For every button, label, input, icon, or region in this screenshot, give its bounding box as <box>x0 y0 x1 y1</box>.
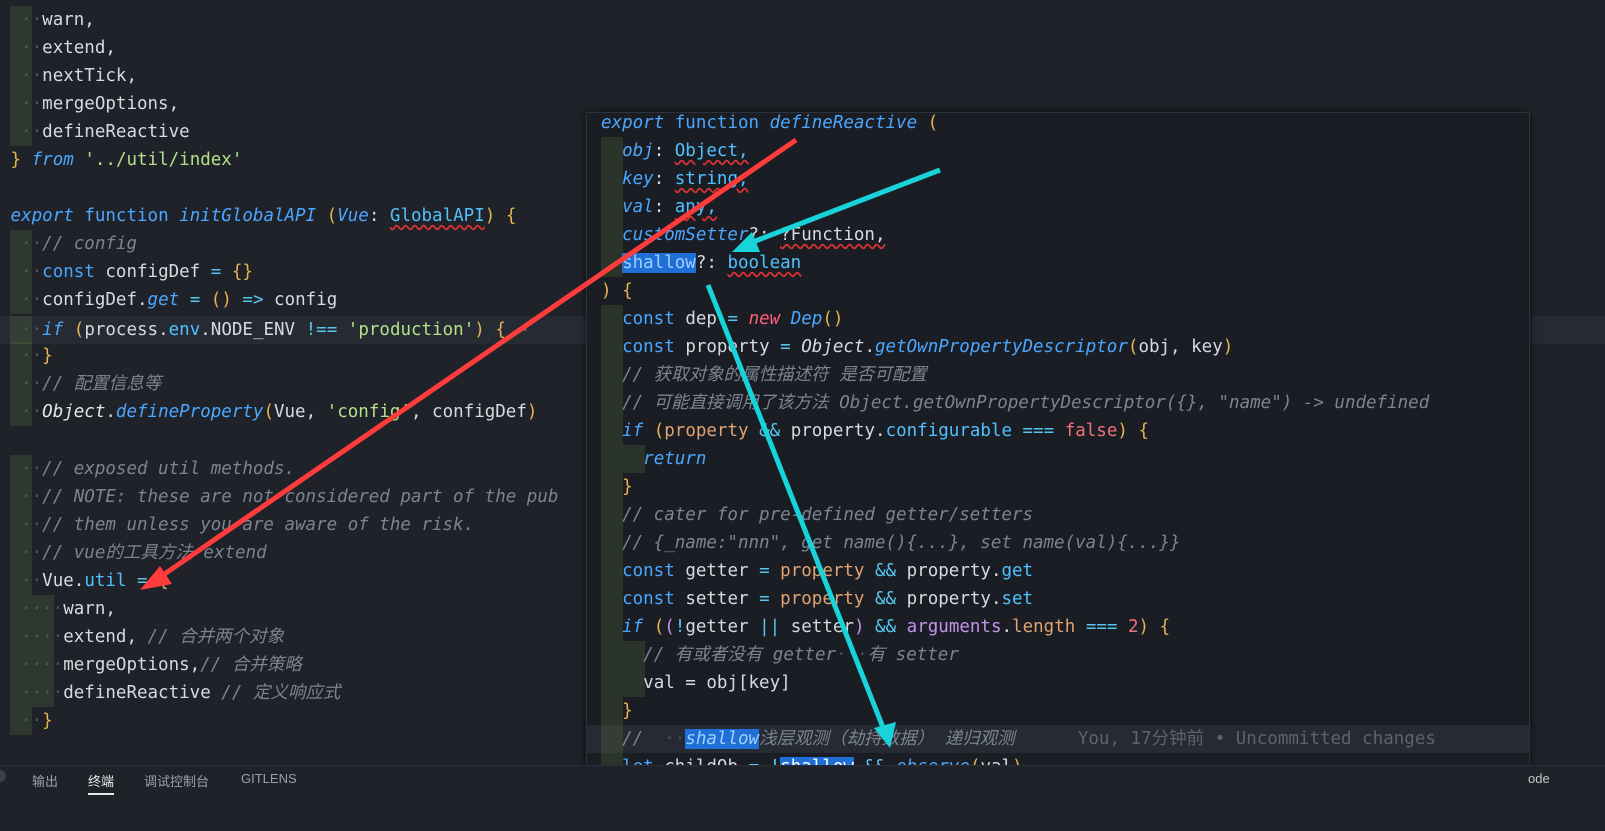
code-line: // 可能直接调用了该方法 Object.getOwnPropertyDescr… <box>601 389 1429 417</box>
code-line: ··extend, <box>0 34 116 62</box>
code-line: ··} <box>0 342 53 370</box>
code-line: ····extend, // 合并两个对象 <box>0 623 284 651</box>
code-line: ··// NOTE: these are not considered part… <box>0 483 558 511</box>
bottom-panel: 输出 终端 调试控制台 GITLENS ode <box>0 765 1605 831</box>
code-line: ··// exposed util methods. <box>0 455 295 483</box>
code-line: ··defineReactive <box>0 118 190 146</box>
git-blame-annotation: You, 17分钟前 • Uncommitted changes <box>1077 729 1436 749</box>
code-line: const dep = new Dep() <box>601 305 843 333</box>
editor-pane[interactable]: ··warn, ··extend, ··nextTick, ··mergeOpt… <box>0 0 1605 765</box>
code-line: export function initGlobalAPI (Vue: Glob… <box>10 206 517 226</box>
code-line: export function defineReactive ( <box>601 113 939 133</box>
selected-text[interactable]: shallow <box>622 253 696 273</box>
code-line: val = obj[key] <box>601 669 791 697</box>
code-line: customSetter?: ?Function, <box>601 221 885 249</box>
code-line: ··} <box>0 707 53 735</box>
code-line: const property = Object.getOwnPropertyDe… <box>601 333 1233 361</box>
code-line: // {_name:"nnn", get name(){...}, set na… <box>601 529 1180 557</box>
code-line: ····defineReactive // 定义响应式 <box>0 679 340 707</box>
tab-terminal[interactable]: 终端 <box>88 771 115 795</box>
code-line: ··// them unless you are aware of the ri… <box>0 511 474 539</box>
code-line: const setter = property && property.set <box>601 585 1033 613</box>
code-line: ··if (process.env.NODE_ENV !== 'producti… <box>0 316 527 344</box>
tab-gitlens[interactable]: GITLENS <box>241 771 297 786</box>
code-line: let childOb = !shallow && observe(val) <box>601 753 1023 765</box>
code-line: } <box>601 697 633 725</box>
code-line: return <box>601 445 706 473</box>
code-line: ) { <box>601 281 633 301</box>
code-line: if (property && property.configurable ==… <box>601 417 1149 445</box>
code-line: } <box>601 473 633 501</box>
panel-left-icon <box>0 770 6 782</box>
code-line: ····mergeOptions,// 合并策略 <box>0 651 302 679</box>
code-line: ··warn, <box>0 6 95 34</box>
code-line: key: string, <box>601 165 749 193</box>
code-line: ··// vue的工具方法 extend <box>0 539 267 567</box>
code-line: ··// 配置信息等 <box>0 370 161 398</box>
code-line: ··nextTick, <box>0 62 137 90</box>
code-line: // ··shallow浅层观测（劫持数据） 递归观测 You, 17分钟前 •… <box>601 725 1436 753</box>
tab-debug-console[interactable]: 调试控制台 <box>144 771 209 790</box>
code-line: ··Object.defineProperty(Vue, 'config', c… <box>0 398 537 426</box>
code-line: shallow?: boolean <box>601 249 801 277</box>
tab-output[interactable]: 输出 <box>32 771 58 790</box>
terminal-selector[interactable]: ode <box>1528 771 1550 786</box>
code-line: ··configDef.get = () => config <box>0 286 337 314</box>
code-line: obj: Object, <box>601 137 749 165</box>
peek-definition-panel[interactable]: export function defineReactive ( obj: Ob… <box>586 112 1530 765</box>
code-line: // 有或者没有 getter···有 setter <box>601 641 959 669</box>
code-line: ··const configDef = {} <box>0 258 253 286</box>
code-line: const getter = property && property.get <box>601 557 1033 585</box>
code-line: val: any, <box>601 193 717 221</box>
code-line: ····warn, <box>0 595 116 623</box>
code-line: if ((!getter || setter) && arguments.len… <box>601 613 1170 641</box>
code-line: } from '../util/index' <box>10 150 243 170</box>
code-line: // 获取对象的属性描述符 是否可配置 <box>601 361 927 389</box>
code-line: ··// config <box>0 230 137 258</box>
code-line: ··Vue.util = { <box>0 567 169 595</box>
folded-ellipsis[interactable]: ⋯ <box>516 320 527 340</box>
code-line: // cater for pre-defined getter/setters <box>601 501 1033 529</box>
code-line: ··mergeOptions, <box>0 90 179 118</box>
